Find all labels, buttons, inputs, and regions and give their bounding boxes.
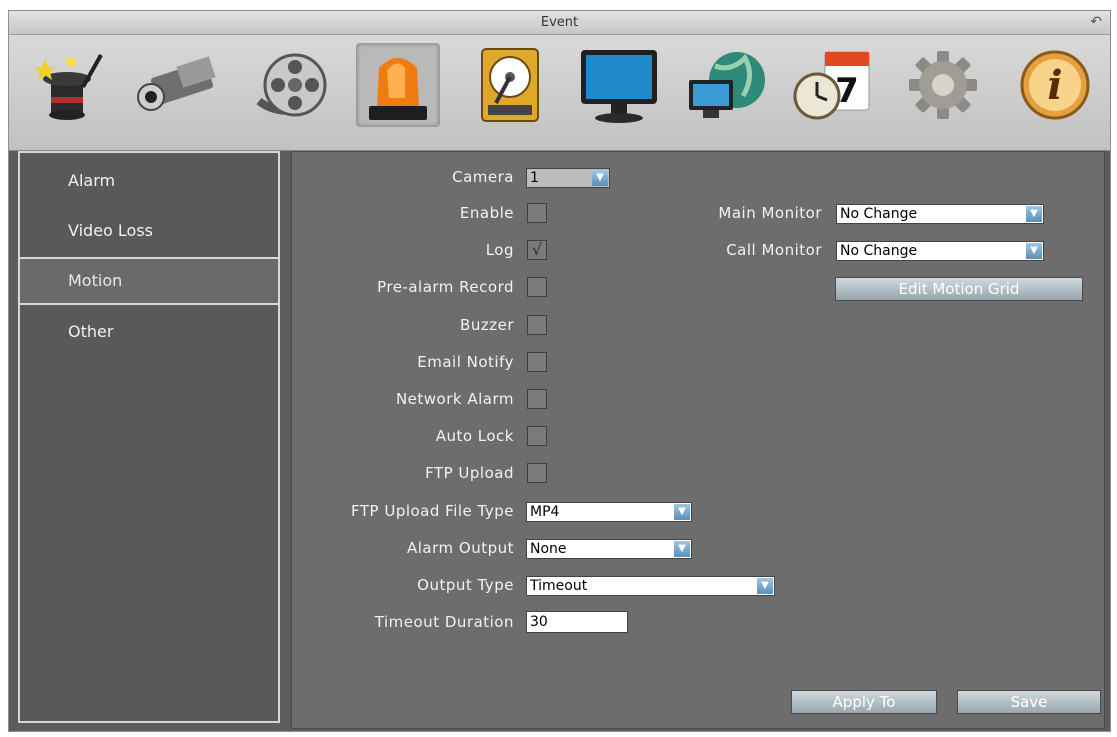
camera-icon[interactable] (135, 43, 219, 127)
chevron-down-icon: ▼ (592, 170, 608, 186)
log-label: Log (485, 241, 514, 259)
settings-gear-icon[interactable] (901, 43, 985, 127)
enable-checkbox[interactable] (527, 203, 547, 223)
alarm-output-select[interactable]: None ▼ (526, 539, 692, 559)
event-sidebar: Alarm Video Loss Motion Other (18, 151, 280, 723)
enable-label: Enable (459, 204, 514, 222)
monitor-icon[interactable] (577, 43, 661, 127)
schedule-clock-icon[interactable]: 7 (791, 43, 875, 127)
chevron-down-icon: ▼ (674, 504, 690, 520)
timeout-label: Timeout Duration (374, 613, 514, 631)
window-title: Event (540, 15, 579, 30)
ftp-type-value: MP4 (530, 504, 560, 520)
camera-select[interactable]: 1 ▼ (526, 168, 610, 188)
save-button[interactable]: Save (957, 690, 1101, 714)
network-alarm-checkbox[interactable] (527, 389, 547, 409)
log-checkbox[interactable]: √ (527, 240, 547, 260)
ftp-type-select[interactable]: MP4 ▼ (526, 502, 692, 522)
title-bar: Event ↶ (9, 11, 1110, 35)
event-window: Event ↶ 7 i Alarm Video Loss Motion Othe… (8, 10, 1111, 732)
buzzer-label: Buzzer (460, 316, 514, 334)
prealarm-label: Pre-alarm Record (377, 278, 514, 296)
chevron-down-icon: ▼ (757, 578, 773, 594)
call-monitor-value: No Change (840, 243, 918, 259)
chevron-down-icon: ▼ (1026, 243, 1042, 259)
checkmark-icon: √ (531, 240, 543, 259)
apply-to-button[interactable]: Apply To (791, 690, 937, 714)
edit-motion-grid-button[interactable]: Edit Motion Grid (835, 277, 1083, 301)
main-monitor-select[interactable]: No Change ▼ (836, 204, 1044, 224)
timeout-input[interactable]: 30 (526, 611, 628, 633)
auto-lock-label: Auto Lock (435, 427, 514, 445)
hard-disk-icon[interactable] (468, 43, 552, 127)
prealarm-checkbox[interactable] (527, 277, 547, 297)
motion-settings-panel: Camera 1 ▼ Enable Log √ Pre-alarm Record… (291, 151, 1105, 729)
sidebar-item-alarm[interactable]: Alarm (20, 157, 276, 205)
camera-label: Camera (452, 168, 514, 186)
output-type-value: Timeout (530, 578, 588, 594)
alarm-output-label: Alarm Output (406, 539, 514, 557)
ftp-upload-label: FTP Upload (425, 464, 514, 482)
sidebar-item-motion[interactable]: Motion (18, 257, 280, 305)
ftp-upload-checkbox[interactable] (527, 463, 547, 483)
auto-lock-checkbox[interactable] (527, 426, 547, 446)
back-arrow-icon[interactable]: ↶ (1090, 14, 1102, 30)
alarm-output-value: None (530, 541, 567, 557)
alarm-siren-icon[interactable] (356, 43, 440, 127)
camera-value: 1 (530, 170, 539, 186)
chevron-down-icon: ▼ (674, 541, 690, 557)
sidebar-item-video-loss[interactable]: Video Loss (20, 207, 276, 255)
film-reel-icon[interactable] (249, 43, 333, 127)
info-glyph: i (1047, 62, 1062, 109)
buzzer-checkbox[interactable] (527, 315, 547, 335)
main-monitor-label: Main Monitor (718, 204, 822, 222)
output-type-label: Output Type (417, 576, 514, 594)
main-monitor-value: No Change (840, 206, 918, 222)
network-globe-icon[interactable] (685, 43, 769, 127)
email-checkbox[interactable] (527, 352, 547, 372)
call-monitor-select[interactable]: No Change ▼ (836, 241, 1044, 261)
email-label: Email Notify (417, 353, 514, 371)
network-alarm-label: Network Alarm (395, 390, 514, 408)
wizard-hat-icon[interactable] (27, 43, 111, 127)
chevron-down-icon: ▼ (1026, 206, 1042, 222)
info-icon[interactable]: i (1013, 43, 1097, 127)
ftp-type-label: FTP Upload File Type (351, 502, 514, 520)
sidebar-item-other[interactable]: Other (20, 308, 276, 356)
main-toolbar: 7 i (9, 35, 1110, 151)
call-monitor-label: Call Monitor (726, 241, 822, 259)
output-type-select[interactable]: Timeout ▼ (526, 576, 775, 596)
